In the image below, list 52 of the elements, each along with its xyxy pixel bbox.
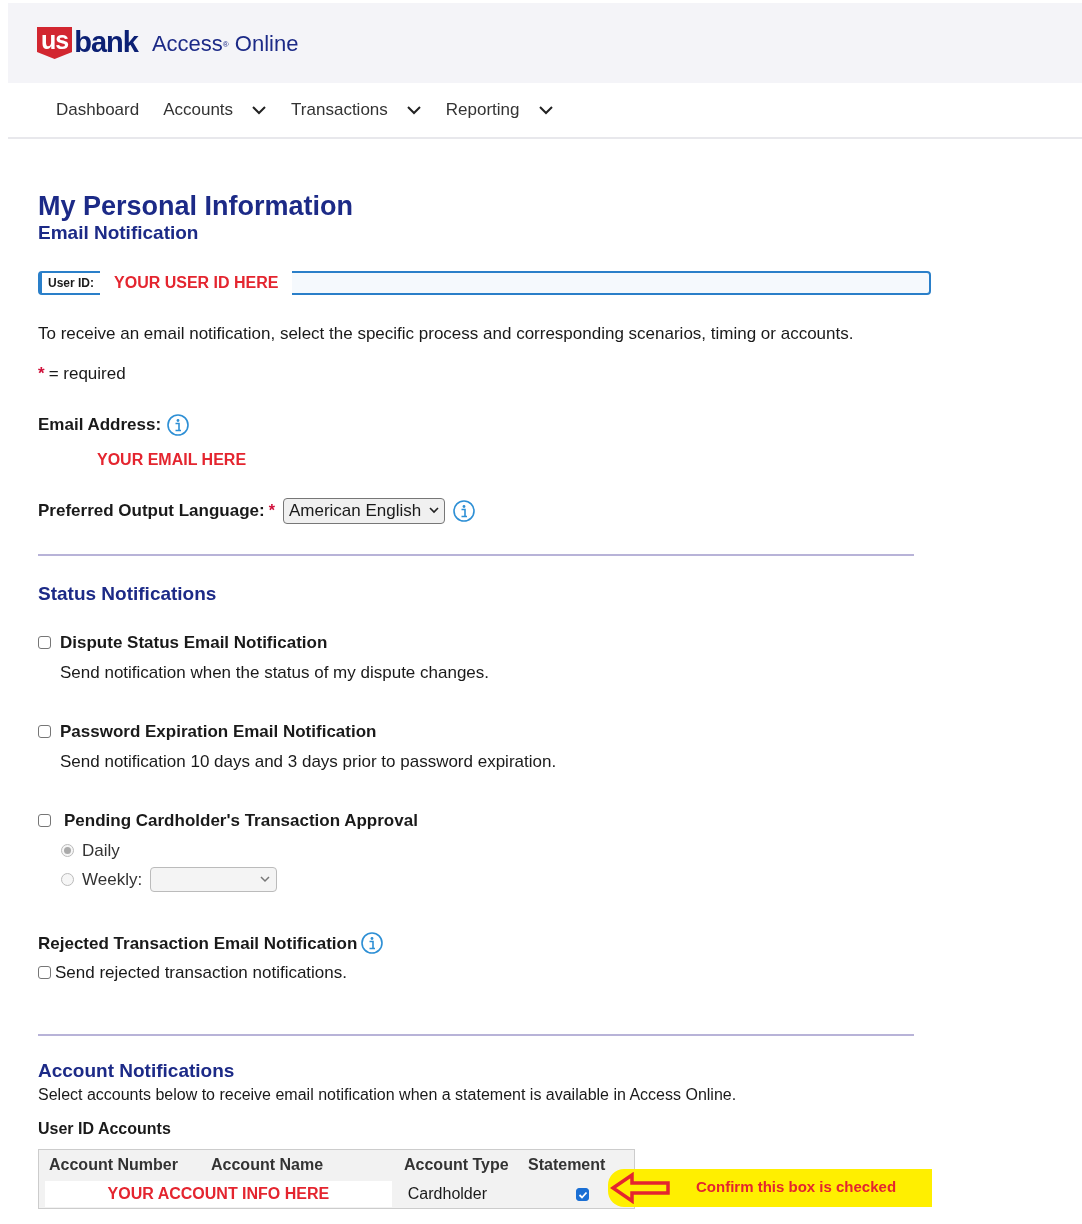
radio-label: Weekly:	[82, 869, 143, 891]
section-title: Status Notifications	[38, 581, 218, 606]
column-header: Account Name	[211, 1154, 325, 1175]
column-header: Statement	[528, 1154, 607, 1175]
table-cell-text: Cardholder	[406, 1183, 488, 1204]
chevron-down-icon	[405, 105, 422, 115]
logo-wordmark: bank	[74, 25, 138, 61]
chevron-down-icon	[537, 105, 554, 115]
nav-menu-item[interactable]: Reporting	[445, 97, 554, 123]
statement-checkbox[interactable]	[576, 1188, 590, 1201]
checkbox[interactable]	[38, 636, 51, 650]
email-value: YOUR EMAIL HERE	[97, 449, 248, 470]
nav-menu-item[interactable]: Transactions	[291, 97, 422, 123]
column-header: Account Number	[48, 1154, 179, 1175]
account-input-field[interactable]: YOUR ACCOUNT INFO HERE	[45, 1180, 392, 1207]
nav-menu-item[interactable]: Dashboard	[56, 97, 140, 123]
intro-text: To receive an email notification, select the specific process and corresponding scenarios, timing or accounts.	[38, 323, 855, 345]
product-name: Access$^{®}$ Online	[151, 29, 299, 58]
user-id-value: YOUR USER ID HERE	[100, 270, 293, 296]
info-icon	[167, 413, 190, 436]
logo-shield: us	[37, 27, 73, 59]
radio-label: Daily	[82, 839, 120, 862]
column-header: Account Type	[403, 1154, 510, 1175]
required-mark: *	[268, 500, 275, 521]
checkbox[interactable]	[38, 966, 51, 980]
option-title: Rejected Transaction Email Notification	[38, 932, 358, 955]
checkbox[interactable]	[38, 814, 51, 828]
chevron-down-icon	[429, 507, 440, 514]
page-title: My Personal Information	[38, 191, 355, 221]
field-label: Email Address:	[38, 414, 162, 436]
field-label: Preferred Output Language:	[38, 499, 265, 522]
checkbox[interactable]	[38, 725, 51, 739]
user-id-label: User ID:	[42, 273, 100, 293]
option-description: Send notification when the status of my dispute changes.	[60, 661, 491, 684]
callout-text: Confirm this box is checked	[696, 1177, 897, 1198]
table-title: User ID Accounts	[38, 1118, 172, 1139]
info-icon	[361, 932, 384, 955]
option-description: Send notification 10 days and 3 days prior to password expiration.	[60, 750, 558, 773]
page-subtitle: Email Notification	[38, 221, 200, 245]
chevron-down-icon	[260, 876, 271, 884]
checkbox-label: Dispute Status Email Notification	[60, 632, 328, 654]
section-description: Select accounts below to receive email notification when a statement is available in Access Online.	[38, 1084, 738, 1105]
checkbox-label: Send rejected transaction notifications.	[55, 962, 347, 984]
chevron-down-icon	[251, 105, 268, 115]
required-mark: *	[38, 362, 45, 385]
checkbox-label: Password Expiration Email Notification	[60, 721, 377, 743]
checkbox-label: Pending Cardholder's Transaction Approval	[64, 810, 418, 832]
required-note: = required	[48, 362, 126, 385]
language-select[interactable]: American English	[282, 497, 446, 524]
nav-menu-item[interactable]: Accounts	[163, 97, 268, 123]
info-icon	[453, 499, 476, 522]
section-title: Account Notifications	[38, 1058, 236, 1083]
